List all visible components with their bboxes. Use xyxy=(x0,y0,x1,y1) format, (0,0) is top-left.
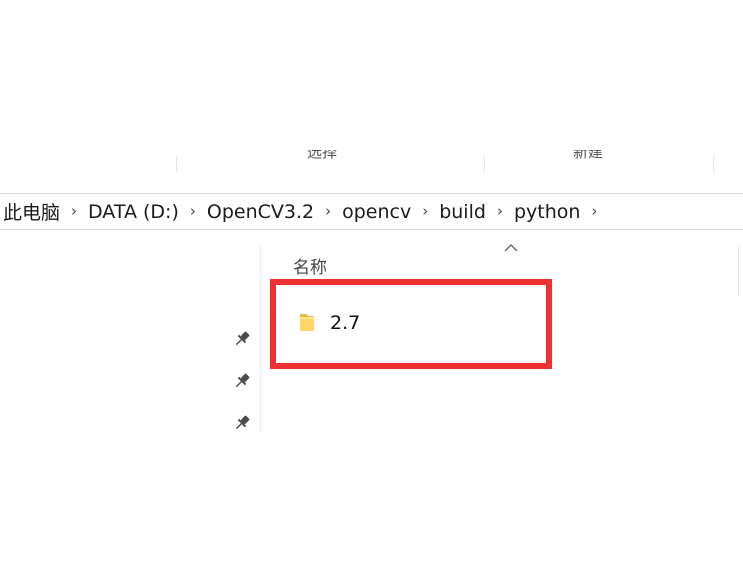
address-bar[interactable]: 此电脑 › DATA (D:) › OpenCV3.2 › opencv › b… xyxy=(0,193,743,230)
breadcrumb-item-this-pc[interactable]: 此电脑 xyxy=(0,198,63,225)
breadcrumb-chevron-icon[interactable]: › xyxy=(63,194,85,229)
ribbon-separator xyxy=(484,156,485,172)
pin-icon[interactable] xyxy=(232,371,252,391)
pane-divider[interactable] xyxy=(260,246,261,432)
pin-icon[interactable] xyxy=(232,413,252,433)
ribbon-group-label: 新建 xyxy=(573,150,604,161)
list-item[interactable]: 2.7 xyxy=(295,305,360,341)
breadcrumb-chevron-icon[interactable]: › xyxy=(317,194,339,229)
sort-ascending-icon xyxy=(504,244,518,252)
ribbon-separator xyxy=(176,156,177,172)
breadcrumb-chevron-icon[interactable]: › xyxy=(182,194,204,229)
breadcrumb-item-opencv32[interactable]: OpenCV3.2 xyxy=(204,201,317,223)
column-header-name[interactable]: 名称 xyxy=(293,253,327,278)
navigation-pane xyxy=(0,246,260,432)
breadcrumb-item-build[interactable]: build xyxy=(436,201,489,223)
breadcrumb-item-opencv[interactable]: opencv xyxy=(339,201,414,223)
ribbon-group-label: 选择 xyxy=(307,150,338,161)
breadcrumb: 此电脑 › DATA (D:) › OpenCV3.2 › opencv › b… xyxy=(0,194,605,229)
breadcrumb-item-data-drive[interactable]: DATA (D:) xyxy=(85,201,182,223)
breadcrumb-item-python[interactable]: python xyxy=(511,201,583,223)
ribbon-separator xyxy=(713,156,714,172)
breadcrumb-chevron-icon[interactable]: › xyxy=(489,194,511,229)
breadcrumb-chevron-icon[interactable]: › xyxy=(583,194,605,229)
pin-icon[interactable] xyxy=(232,329,252,349)
breadcrumb-chevron-icon[interactable]: › xyxy=(414,194,436,229)
ribbon: 选择 新建 xyxy=(0,150,743,172)
scrollbar-edge xyxy=(738,246,739,296)
file-name: 2.7 xyxy=(330,312,361,334)
file-explorer-window: 选择 新建 此电脑 › DATA (D:) › OpenCV3.2 › open… xyxy=(0,0,743,564)
folder-icon xyxy=(300,314,314,331)
